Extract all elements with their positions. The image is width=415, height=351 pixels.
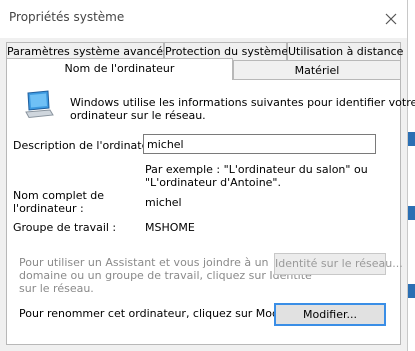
desktop-fragment <box>408 132 415 146</box>
desktop-edge <box>408 0 415 351</box>
computer-icon <box>22 90 56 123</box>
example-text-line1: Par exemple : "L'ordinateur du salon" ou <box>145 163 368 176</box>
fullname-label-line1: Nom complet de <box>13 189 105 202</box>
intro-text-line2: ordinateur sur le réseau. <box>70 109 206 122</box>
workgroup-value: MSHOME <box>145 221 195 234</box>
assistant-text-line1: Pour utiliser un Assistant et vous joind… <box>19 256 269 269</box>
network-id-button[interactable]: Identité sur le réseau... <box>274 253 403 275</box>
intro-text-line1: Windows utilise les informations suivant… <box>70 96 415 109</box>
system-properties-window: Propriétés système Paramètres système av… <box>0 0 415 351</box>
rename-text: Pour renommer cet ordinateur, cliquez su… <box>19 307 303 320</box>
assistant-text-line2: domaine ou un groupe de travail, cliquez… <box>19 269 312 282</box>
desktop-fragment <box>408 284 415 298</box>
assistant-text-line3: sur le réseau. <box>19 282 94 295</box>
example-text-line2: "L'ordinateur d'Antoine". <box>145 176 281 189</box>
desktop-fragment <box>408 206 415 220</box>
workgroup-label: Groupe de travail : <box>13 221 117 234</box>
fullname-label-line2: l'ordinateur : <box>13 202 84 215</box>
fullname-value: michel <box>145 196 182 209</box>
panel-content: Windows utilise les informations suivant… <box>0 0 415 351</box>
description-input[interactable] <box>143 134 376 154</box>
modify-button[interactable]: Modifier... <box>274 303 386 326</box>
